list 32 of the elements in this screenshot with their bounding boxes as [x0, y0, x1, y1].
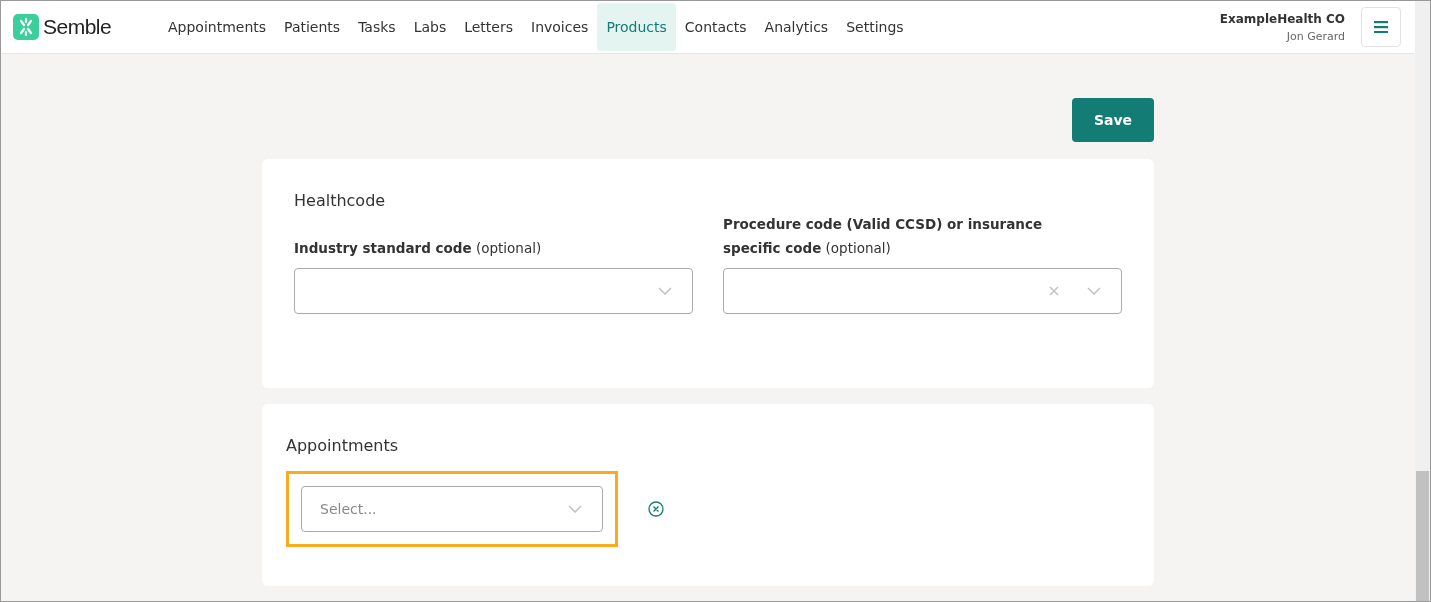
chevron-down-icon [568, 505, 582, 513]
nav-tab[interactable]: Tasks [349, 3, 405, 51]
nav-tab[interactable]: Invoices [522, 3, 598, 51]
nav-tab[interactable]: Analytics [755, 3, 838, 51]
nav-tab[interactable]: Appointments [159, 3, 276, 51]
brand-name: Semble [43, 15, 112, 39]
scrollbar-thumb[interactable] [1416, 471, 1429, 601]
nav-tab[interactable]: Patients [275, 3, 350, 51]
dropdown-field[interactable]: Select... [301, 486, 603, 532]
menu-icon [1374, 21, 1388, 33]
nav-tab[interactable]: Letters [455, 3, 522, 51]
clear-icon[interactable] [1049, 286, 1059, 296]
chevron-down-icon [1087, 287, 1101, 295]
nav-tab[interactable]: Products [597, 3, 676, 51]
save-button[interactable]: Save [1072, 98, 1154, 142]
nav-tab[interactable]: Labs [404, 3, 456, 51]
remove-icon[interactable] [648, 501, 664, 517]
field-label: Industry standard code (optional) [294, 239, 543, 258]
field-label: Procedure code (Valid CCSD) or insurance specific code (optional) [723, 215, 1044, 258]
nav-tab[interactable]: Contacts [675, 3, 756, 51]
menu-button[interactable] [1361, 7, 1401, 47]
section-title: Appointments [286, 436, 400, 455]
section-title: Healthcode [294, 191, 387, 210]
user-name: Jon Gerard [1286, 29, 1345, 43]
organisation-name: ExampleHealth CO [1219, 11, 1345, 26]
placeholder-text: Select... [320, 501, 377, 517]
dropdown-field[interactable] [294, 268, 693, 314]
scrollbar[interactable] [1415, 1, 1430, 601]
logo-icon [13, 14, 39, 40]
chevron-down-icon [658, 287, 672, 295]
dropdown-field[interactable] [723, 268, 1122, 314]
nav-tab[interactable]: Settings [837, 3, 913, 51]
